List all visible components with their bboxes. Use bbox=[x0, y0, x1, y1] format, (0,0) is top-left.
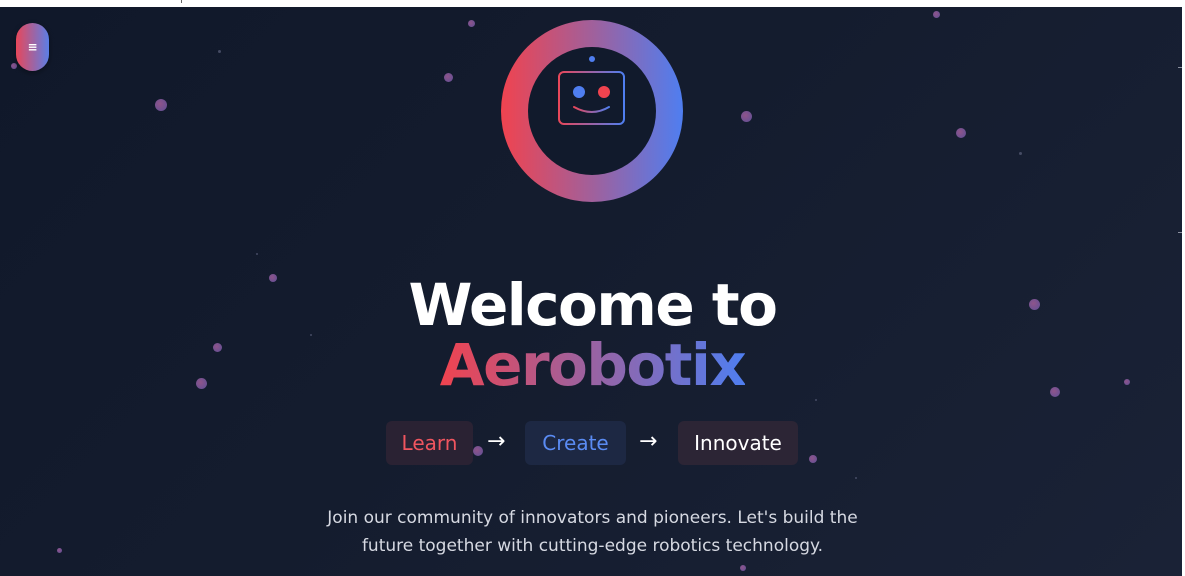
particle bbox=[1019, 152, 1022, 155]
particle bbox=[741, 111, 752, 122]
hero-title: Welcome to Aerobotix bbox=[0, 275, 1185, 395]
step-create: Create bbox=[525, 421, 626, 465]
robot-logo bbox=[501, 20, 683, 202]
tagline-line1: Join our community of innovators and pio… bbox=[327, 508, 858, 528]
page-edge-mark bbox=[1178, 67, 1182, 68]
particle bbox=[218, 50, 221, 53]
steps-row: Learn → Create → Innovate bbox=[0, 421, 1185, 465]
arrow-right-icon: → bbox=[639, 429, 658, 454]
particle bbox=[155, 99, 167, 111]
particle bbox=[11, 63, 17, 69]
hero-title-brand: Aerobotix bbox=[439, 331, 747, 399]
hero-section: ≡ Welcome to Aerobotix Learn → Create → … bbox=[0, 7, 1185, 576]
step-learn: Learn bbox=[386, 421, 473, 465]
particle bbox=[740, 565, 746, 571]
particle bbox=[468, 20, 475, 27]
page-edge-mark bbox=[1178, 232, 1182, 233]
top-strip-tick bbox=[181, 0, 182, 3]
robot-face-icon bbox=[501, 20, 683, 202]
particle bbox=[933, 11, 940, 18]
particle bbox=[444, 73, 453, 82]
tagline-line2: future together with cutting-edge roboti… bbox=[361, 536, 824, 556]
menu-icon: ≡ bbox=[27, 40, 38, 54]
hero-tagline: Join our community of innovators and pio… bbox=[0, 504, 1185, 560]
browser-top-strip bbox=[0, 0, 1185, 7]
step-innovate: Innovate bbox=[678, 421, 798, 465]
arrow-right-icon: → bbox=[487, 429, 506, 454]
menu-button[interactable]: ≡ bbox=[16, 23, 49, 71]
particle bbox=[855, 477, 857, 479]
hero-title-line1: Welcome to bbox=[408, 271, 778, 339]
particle bbox=[956, 128, 966, 138]
particle bbox=[815, 399, 817, 401]
particle bbox=[256, 253, 258, 255]
